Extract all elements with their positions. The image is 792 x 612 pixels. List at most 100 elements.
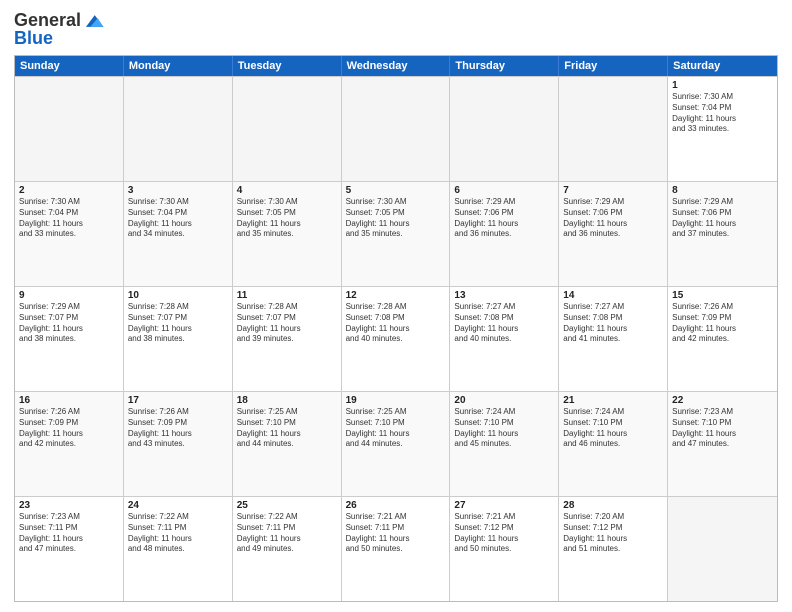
weekday-header-saturday: Saturday <box>668 56 777 76</box>
day-info: Sunrise: 7:20 AM Sunset: 7:12 PM Dayligh… <box>563 512 663 555</box>
day-number: 17 <box>128 395 228 406</box>
day-info: Sunrise: 7:27 AM Sunset: 7:08 PM Dayligh… <box>454 302 554 345</box>
weekday-header-friday: Friday <box>559 56 668 76</box>
day-number: 3 <box>128 185 228 196</box>
day-number: 16 <box>19 395 119 406</box>
day-number: 11 <box>237 290 337 301</box>
cal-cell: 15Sunrise: 7:26 AM Sunset: 7:09 PM Dayli… <box>668 287 777 391</box>
day-number: 21 <box>563 395 663 406</box>
day-info: Sunrise: 7:30 AM Sunset: 7:05 PM Dayligh… <box>237 197 337 240</box>
day-number: 13 <box>454 290 554 301</box>
day-info: Sunrise: 7:30 AM Sunset: 7:04 PM Dayligh… <box>672 92 773 135</box>
day-number: 23 <box>19 500 119 511</box>
day-info: Sunrise: 7:28 AM Sunset: 7:08 PM Dayligh… <box>346 302 446 345</box>
day-info: Sunrise: 7:29 AM Sunset: 7:06 PM Dayligh… <box>454 197 554 240</box>
cal-cell: 10Sunrise: 7:28 AM Sunset: 7:07 PM Dayli… <box>124 287 233 391</box>
cal-cell <box>15 77 124 181</box>
cal-row-2: 9Sunrise: 7:29 AM Sunset: 7:07 PM Daylig… <box>15 286 777 391</box>
cal-cell: 17Sunrise: 7:26 AM Sunset: 7:09 PM Dayli… <box>124 392 233 496</box>
cal-cell <box>342 77 451 181</box>
cal-cell: 13Sunrise: 7:27 AM Sunset: 7:08 PM Dayli… <box>450 287 559 391</box>
weekday-header-thursday: Thursday <box>450 56 559 76</box>
day-number: 24 <box>128 500 228 511</box>
day-info: Sunrise: 7:29 AM Sunset: 7:07 PM Dayligh… <box>19 302 119 345</box>
day-info: Sunrise: 7:29 AM Sunset: 7:06 PM Dayligh… <box>563 197 663 240</box>
cal-cell: 18Sunrise: 7:25 AM Sunset: 7:10 PM Dayli… <box>233 392 342 496</box>
day-number: 1 <box>672 80 773 91</box>
cal-cell <box>559 77 668 181</box>
page: General Blue SundayMondayTuesdayWednesda… <box>0 0 792 612</box>
day-info: Sunrise: 7:21 AM Sunset: 7:11 PM Dayligh… <box>346 512 446 555</box>
day-number: 2 <box>19 185 119 196</box>
cal-cell: 4Sunrise: 7:30 AM Sunset: 7:05 PM Daylig… <box>233 182 342 286</box>
day-info: Sunrise: 7:22 AM Sunset: 7:11 PM Dayligh… <box>237 512 337 555</box>
cal-cell: 28Sunrise: 7:20 AM Sunset: 7:12 PM Dayli… <box>559 497 668 601</box>
cal-cell: 7Sunrise: 7:29 AM Sunset: 7:06 PM Daylig… <box>559 182 668 286</box>
day-number: 20 <box>454 395 554 406</box>
day-number: 22 <box>672 395 773 406</box>
day-number: 14 <box>563 290 663 301</box>
day-number: 27 <box>454 500 554 511</box>
cal-cell: 3Sunrise: 7:30 AM Sunset: 7:04 PM Daylig… <box>124 182 233 286</box>
cal-row-3: 16Sunrise: 7:26 AM Sunset: 7:09 PM Dayli… <box>15 391 777 496</box>
day-info: Sunrise: 7:26 AM Sunset: 7:09 PM Dayligh… <box>128 407 228 450</box>
day-number: 6 <box>454 185 554 196</box>
day-info: Sunrise: 7:30 AM Sunset: 7:04 PM Dayligh… <box>19 197 119 240</box>
day-number: 4 <box>237 185 337 196</box>
day-number: 12 <box>346 290 446 301</box>
cal-cell: 19Sunrise: 7:25 AM Sunset: 7:10 PM Dayli… <box>342 392 451 496</box>
day-info: Sunrise: 7:24 AM Sunset: 7:10 PM Dayligh… <box>563 407 663 450</box>
weekday-header-monday: Monday <box>124 56 233 76</box>
cal-cell: 25Sunrise: 7:22 AM Sunset: 7:11 PM Dayli… <box>233 497 342 601</box>
calendar-header: SundayMondayTuesdayWednesdayThursdayFrid… <box>15 56 777 76</box>
day-info: Sunrise: 7:28 AM Sunset: 7:07 PM Dayligh… <box>128 302 228 345</box>
cal-cell: 26Sunrise: 7:21 AM Sunset: 7:11 PM Dayli… <box>342 497 451 601</box>
day-info: Sunrise: 7:25 AM Sunset: 7:10 PM Dayligh… <box>237 407 337 450</box>
day-number: 10 <box>128 290 228 301</box>
cal-cell: 6Sunrise: 7:29 AM Sunset: 7:06 PM Daylig… <box>450 182 559 286</box>
day-number: 18 <box>237 395 337 406</box>
cal-cell: 23Sunrise: 7:23 AM Sunset: 7:11 PM Dayli… <box>15 497 124 601</box>
cal-cell <box>233 77 342 181</box>
cal-cell: 24Sunrise: 7:22 AM Sunset: 7:11 PM Dayli… <box>124 497 233 601</box>
cal-cell: 11Sunrise: 7:28 AM Sunset: 7:07 PM Dayli… <box>233 287 342 391</box>
calendar: SundayMondayTuesdayWednesdayThursdayFrid… <box>14 55 778 602</box>
cal-cell: 22Sunrise: 7:23 AM Sunset: 7:10 PM Dayli… <box>668 392 777 496</box>
day-info: Sunrise: 7:24 AM Sunset: 7:10 PM Dayligh… <box>454 407 554 450</box>
cal-row-4: 23Sunrise: 7:23 AM Sunset: 7:11 PM Dayli… <box>15 496 777 601</box>
weekday-header-wednesday: Wednesday <box>342 56 451 76</box>
calendar-body: 1Sunrise: 7:30 AM Sunset: 7:04 PM Daylig… <box>15 76 777 601</box>
logo-icon <box>83 10 105 32</box>
day-info: Sunrise: 7:26 AM Sunset: 7:09 PM Dayligh… <box>19 407 119 450</box>
day-info: Sunrise: 7:22 AM Sunset: 7:11 PM Dayligh… <box>128 512 228 555</box>
day-number: 8 <box>672 185 773 196</box>
cal-cell: 27Sunrise: 7:21 AM Sunset: 7:12 PM Dayli… <box>450 497 559 601</box>
day-info: Sunrise: 7:26 AM Sunset: 7:09 PM Dayligh… <box>672 302 773 345</box>
cal-cell: 21Sunrise: 7:24 AM Sunset: 7:10 PM Dayli… <box>559 392 668 496</box>
day-info: Sunrise: 7:25 AM Sunset: 7:10 PM Dayligh… <box>346 407 446 450</box>
day-number: 26 <box>346 500 446 511</box>
day-number: 15 <box>672 290 773 301</box>
cal-cell <box>124 77 233 181</box>
day-info: Sunrise: 7:23 AM Sunset: 7:11 PM Dayligh… <box>19 512 119 555</box>
cal-cell <box>450 77 559 181</box>
cal-cell: 9Sunrise: 7:29 AM Sunset: 7:07 PM Daylig… <box>15 287 124 391</box>
weekday-header-sunday: Sunday <box>15 56 124 76</box>
weekday-header-tuesday: Tuesday <box>233 56 342 76</box>
day-info: Sunrise: 7:30 AM Sunset: 7:05 PM Dayligh… <box>346 197 446 240</box>
day-number: 28 <box>563 500 663 511</box>
day-info: Sunrise: 7:28 AM Sunset: 7:07 PM Dayligh… <box>237 302 337 345</box>
day-number: 5 <box>346 185 446 196</box>
day-info: Sunrise: 7:27 AM Sunset: 7:08 PM Dayligh… <box>563 302 663 345</box>
cal-row-1: 2Sunrise: 7:30 AM Sunset: 7:04 PM Daylig… <box>15 181 777 286</box>
day-number: 19 <box>346 395 446 406</box>
day-info: Sunrise: 7:30 AM Sunset: 7:04 PM Dayligh… <box>128 197 228 240</box>
cal-cell: 14Sunrise: 7:27 AM Sunset: 7:08 PM Dayli… <box>559 287 668 391</box>
cal-cell: 8Sunrise: 7:29 AM Sunset: 7:06 PM Daylig… <box>668 182 777 286</box>
cal-row-0: 1Sunrise: 7:30 AM Sunset: 7:04 PM Daylig… <box>15 76 777 181</box>
cal-cell: 20Sunrise: 7:24 AM Sunset: 7:10 PM Dayli… <box>450 392 559 496</box>
cal-cell: 16Sunrise: 7:26 AM Sunset: 7:09 PM Dayli… <box>15 392 124 496</box>
logo: General Blue <box>14 10 105 49</box>
header: General Blue <box>14 10 778 49</box>
day-info: Sunrise: 7:29 AM Sunset: 7:06 PM Dayligh… <box>672 197 773 240</box>
